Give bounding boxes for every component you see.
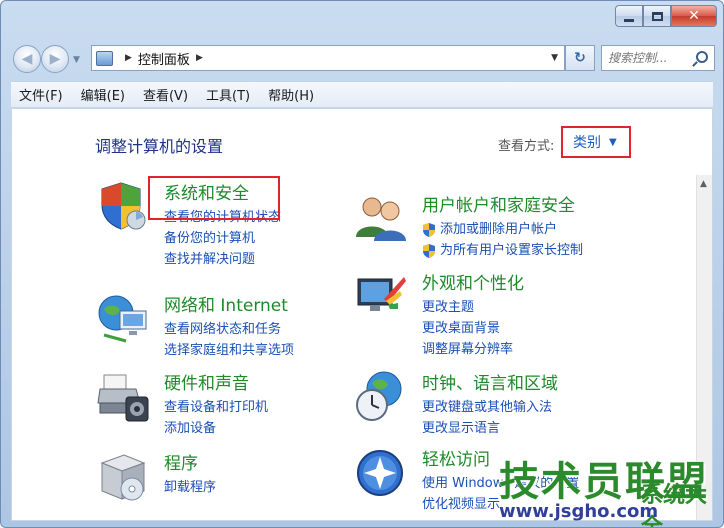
search-input[interactable] <box>608 51 686 65</box>
category-title[interactable]: 外观和个性化 <box>422 269 524 294</box>
appearance-monitor-icon <box>357 277 406 311</box>
clock-globe-icon <box>356 371 402 421</box>
link-add-remove-accounts[interactable]: 添加或删除用户帐户 <box>422 219 583 240</box>
search-box[interactable] <box>601 45 715 71</box>
security-shield-icon <box>101 182 146 230</box>
minimize-button[interactable] <box>615 5 643 27</box>
link-backup-computer[interactable]: 备份您的计算机 <box>164 228 281 249</box>
annotation-highlight-box <box>148 176 280 220</box>
back-button[interactable]: ◀ <box>13 45 41 73</box>
control-panel-icon <box>96 50 113 66</box>
category-title[interactable]: 用户帐户和家庭安全 <box>422 191 575 216</box>
menu-tools[interactable]: 工具(T) <box>206 85 250 104</box>
users-icon <box>356 197 406 241</box>
link-change-background[interactable]: 更改桌面背景 <box>422 318 513 339</box>
category-links: 更改键盘或其他输入法 更改显示语言 <box>422 397 552 439</box>
view-by-dropdown[interactable]: 类别 ▼ <box>561 126 631 158</box>
view-by-label: 查看方式: <box>498 139 555 154</box>
chevron-down-icon[interactable]: ▼ <box>609 137 617 148</box>
link-screen-resolution[interactable]: 调整屏幕分辨率 <box>422 339 513 360</box>
menu-edit[interactable]: 编辑(E) <box>81 85 125 104</box>
recent-pages-dropdown[interactable]: ▼ <box>73 55 80 65</box>
refresh-button[interactable]: ↻ <box>565 45 595 71</box>
breadcrumb-control-panel[interactable]: 控制面板 <box>138 49 190 68</box>
breadcrumb-arrow-icon[interactable]: ▶ <box>125 53 132 63</box>
link-add-device[interactable]: 添加设备 <box>164 418 268 439</box>
search-icon[interactable] <box>696 51 708 63</box>
category-links: 查看网络状态和任务 选择家庭组和共享选项 <box>164 319 294 361</box>
forward-button[interactable]: ▶ <box>41 45 69 73</box>
link-uninstall-program[interactable]: 卸载程序 <box>164 477 216 498</box>
back-arrow-icon: ◀ <box>21 51 33 67</box>
category-links: 查看设备和打印机 添加设备 <box>164 397 268 439</box>
menu-file[interactable]: 文件(F) <box>19 85 63 104</box>
close-button[interactable]: ✕ <box>671 5 717 27</box>
control-panel-window: ✕ ◀ ▶ ▼ ▶ 控制面板 ▶ ▼ ↻ 文件(F) 编辑(E) 查看(V) 工… <box>0 0 724 528</box>
maximize-button[interactable] <box>643 5 671 27</box>
navigation-bar: ◀ ▶ ▼ ▶ 控制面板 ▶ ▼ ↻ <box>11 41 715 75</box>
vertical-scrollbar[interactable]: ▲ <box>696 175 712 520</box>
link-troubleshoot[interactable]: 查找并解决问题 <box>164 249 281 270</box>
address-bar[interactable]: ▶ 控制面板 ▶ ▼ <box>91 45 565 71</box>
category-title[interactable]: 轻松访问 <box>422 445 490 470</box>
menu-view[interactable]: 查看(V) <box>143 85 188 104</box>
link-devices-printers[interactable]: 查看设备和打印机 <box>164 397 268 418</box>
menu-help[interactable]: 帮助(H) <box>268 85 314 104</box>
uac-shield-icon <box>423 244 435 258</box>
scroll-up-icon[interactable]: ▲ <box>700 179 707 189</box>
refresh-icon: ↻ <box>574 50 586 66</box>
category-links: 添加或删除用户帐户 为所有用户设置家长控制 <box>422 219 583 261</box>
link-parental-controls[interactable]: 为所有用户设置家长控制 <box>422 240 583 261</box>
category-links: 使用 Windows 建议的设置 优化视频显示 <box>422 473 579 515</box>
network-globe-icon <box>98 295 147 343</box>
link-label[interactable]: 添加或删除用户帐户 <box>440 222 557 237</box>
link-network-status[interactable]: 查看网络状态和任务 <box>164 319 294 340</box>
category-title[interactable]: 硬件和声音 <box>164 369 249 394</box>
link-label[interactable]: 为所有用户设置家长控制 <box>440 243 583 258</box>
link-optimize-visual-display[interactable]: 优化视频显示 <box>422 494 579 515</box>
category-title[interactable]: 网络和 Internet <box>164 291 288 316</box>
link-change-theme[interactable]: 更改主题 <box>422 297 513 318</box>
category-links: 更改主题 更改桌面背景 调整屏幕分辨率 <box>422 297 513 360</box>
uac-shield-icon <box>423 223 435 237</box>
category-links: 卸载程序 <box>164 477 216 498</box>
view-by-value[interactable]: 类别 <box>573 132 601 152</box>
close-icon: ✕ <box>688 8 700 24</box>
category-title[interactable]: 程序 <box>164 449 198 474</box>
address-dropdown-icon[interactable]: ▼ <box>551 53 558 63</box>
minimize-icon <box>624 18 634 22</box>
link-windows-suggested-settings[interactable]: 使用 Windows 建议的设置 <box>422 473 579 494</box>
page-title: 调整计算机的设置 <box>95 137 224 156</box>
link-change-input-method[interactable]: 更改键盘或其他输入法 <box>422 397 552 418</box>
link-homegroup-sharing[interactable]: 选择家庭组和共享选项 <box>164 340 294 361</box>
link-change-display-language[interactable]: 更改显示语言 <box>422 418 552 439</box>
breadcrumb-arrow-icon[interactable]: ▶ <box>196 53 203 63</box>
forward-arrow-icon: ▶ <box>49 51 61 67</box>
content-pane: 调整计算机的设置 查看方式: 类别 ▼ ▲ 系统和安全 查看您的计算机状态 备份… <box>11 108 713 521</box>
printer-icon <box>97 374 149 422</box>
ease-of-access-icon <box>357 450 403 496</box>
maximize-icon <box>651 11 663 21</box>
caption-buttons: ✕ <box>615 5 717 27</box>
programs-box-icon <box>100 454 146 501</box>
category-title[interactable]: 时钟、语言和区域 <box>422 369 558 394</box>
menu-bar: 文件(F) 编辑(E) 查看(V) 工具(T) 帮助(H) <box>11 81 713 107</box>
